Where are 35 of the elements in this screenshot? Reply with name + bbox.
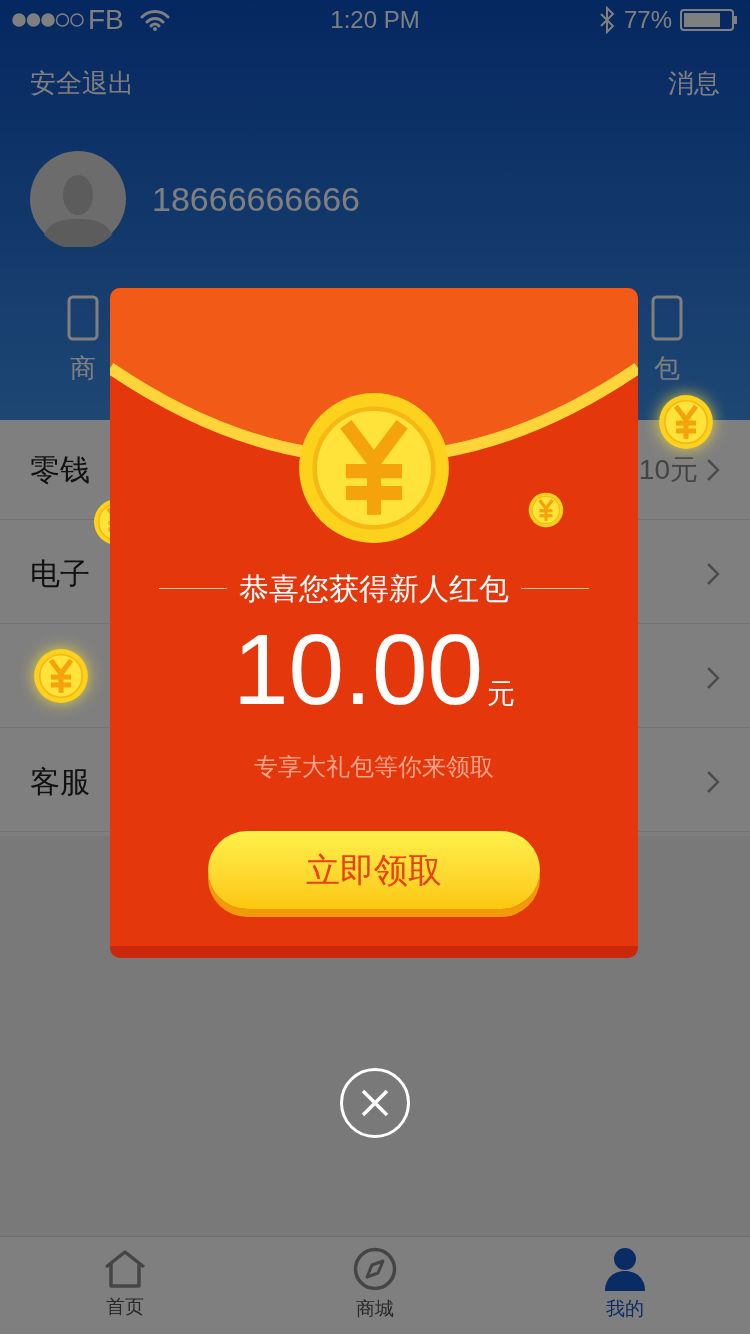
- coin-icon: [658, 394, 714, 450]
- bluetooth-icon: [597, 6, 616, 34]
- signal-icon: [12, 13, 84, 27]
- menu-label: 客服: [30, 764, 90, 800]
- amount-unit: 元: [487, 677, 516, 711]
- menu-label: 电子: [30, 556, 90, 592]
- close-icon: [361, 1089, 389, 1117]
- menu-label: 零钱: [30, 452, 90, 488]
- home-icon: [103, 1249, 147, 1290]
- popup-subtitle: 专享大礼包等你来领取: [254, 752, 494, 782]
- shortcut-icon: [67, 295, 99, 341]
- messages-link[interactable]: 消息: [668, 64, 720, 103]
- status-time: 1:20 PM: [330, 5, 420, 35]
- amount-value: 10.00: [232, 619, 484, 719]
- avatar-icon: [30, 151, 126, 247]
- shortcut-label[interactable]: 商: [70, 349, 96, 388]
- battery-icon: [680, 8, 738, 32]
- battery-percent: 77%: [623, 5, 672, 35]
- carrier-name: FB: [88, 3, 124, 37]
- logout-link[interactable]: 安全退出: [30, 64, 134, 103]
- shortcut-icon: [651, 295, 683, 341]
- coin-icon: [33, 648, 89, 704]
- person-icon: [603, 1247, 647, 1292]
- compass-icon: [353, 1247, 397, 1292]
- close-button[interactable]: [340, 1068, 410, 1138]
- phone-number: 18666666666: [152, 178, 360, 220]
- coin-icon: [528, 492, 564, 528]
- tab-item[interactable]: 我的: [500, 1237, 750, 1334]
- tab-item[interactable]: 商城: [250, 1237, 500, 1334]
- wifi-icon: [139, 9, 170, 31]
- popup-title: 恭喜您获得新人红包: [239, 571, 509, 607]
- menu-value: 10元: [638, 452, 698, 487]
- shortcut-label[interactable]: 包: [654, 349, 680, 388]
- coin-icon: [296, 390, 452, 546]
- tab-item[interactable]: 首页: [0, 1237, 250, 1334]
